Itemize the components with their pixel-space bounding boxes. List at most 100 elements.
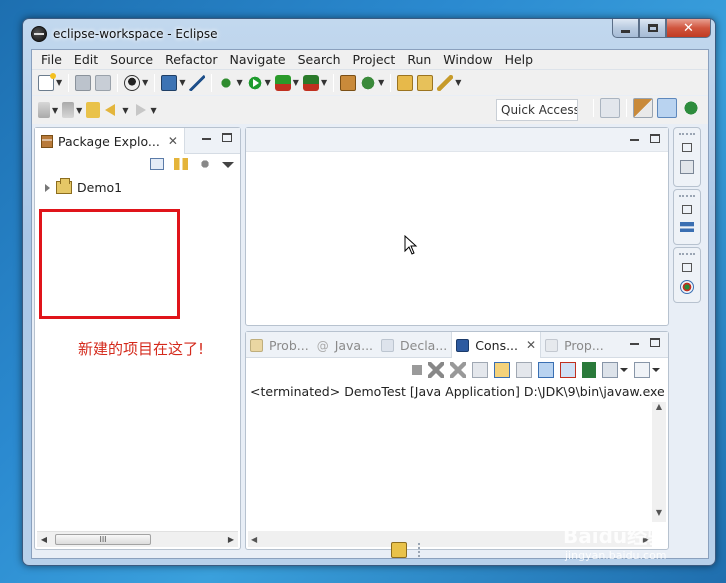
pin-console-icon[interactable] bbox=[582, 362, 596, 378]
last-edit-icon[interactable] bbox=[86, 102, 101, 118]
minimize-view-icon[interactable] bbox=[200, 133, 214, 145]
debug-dropdown-icon[interactable]: ▼ bbox=[236, 78, 242, 87]
menu-navigate[interactable]: Navigate bbox=[224, 52, 292, 67]
tab-console[interactable]: Cons... ✕ bbox=[451, 332, 542, 358]
maximize-editor-icon[interactable] bbox=[650, 134, 660, 143]
java-ee-perspective-icon[interactable] bbox=[633, 98, 653, 118]
open-perspective-icon[interactable] bbox=[600, 98, 620, 118]
scroll-lock-icon[interactable] bbox=[494, 362, 510, 378]
view-menu-icon[interactable] bbox=[222, 162, 234, 168]
horizontal-scrollbar[interactable]: ◀ III ▶ bbox=[37, 531, 238, 547]
new-class-icon[interactable] bbox=[360, 74, 377, 91]
show-on-stderr-icon[interactable] bbox=[560, 362, 576, 378]
external-tools-dropdown-icon[interactable]: ▼ bbox=[321, 78, 327, 87]
debug-perspective-icon[interactable] bbox=[681, 98, 701, 118]
show-on-stdout-icon[interactable] bbox=[538, 362, 554, 378]
menu-run[interactable]: Run bbox=[401, 52, 437, 67]
scroll-right-icon[interactable]: ▶ bbox=[224, 535, 238, 544]
open-task-icon[interactable] bbox=[417, 74, 434, 91]
back-arrow-icon[interactable] bbox=[104, 102, 120, 118]
forward-dropdown-icon[interactable]: ▼ bbox=[150, 106, 156, 115]
scroll-up-icon[interactable]: ▲ bbox=[652, 402, 666, 416]
type-hierarchy-icon[interactable] bbox=[680, 222, 694, 236]
debug-icon[interactable] bbox=[218, 74, 235, 91]
tab-properties[interactable]: Prop... bbox=[541, 332, 608, 358]
new-package-icon[interactable] bbox=[340, 74, 357, 91]
tab-declaration[interactable]: Decla... bbox=[377, 332, 451, 358]
remove-launch-icon[interactable] bbox=[428, 362, 444, 378]
focus-on-task-icon[interactable] bbox=[198, 158, 212, 170]
tree-item-demo1[interactable]: Demo1 bbox=[45, 178, 122, 195]
minimize-editor-icon[interactable] bbox=[628, 134, 642, 146]
menu-project[interactable]: Project bbox=[347, 52, 402, 67]
expand-icon[interactable] bbox=[45, 183, 50, 192]
quick-access-field[interactable]: Quick Access bbox=[496, 99, 578, 121]
menu-window[interactable]: Window bbox=[437, 52, 498, 67]
search-wand-icon[interactable] bbox=[437, 74, 454, 91]
clear-console-icon[interactable] bbox=[472, 362, 488, 378]
coverage-icon[interactable] bbox=[274, 74, 291, 91]
remove-all-terminated-icon[interactable] bbox=[450, 362, 466, 378]
tab-package-explorer[interactable]: Package Explo... ✕ bbox=[35, 128, 185, 154]
menu-source[interactable]: Source bbox=[104, 52, 159, 67]
vertical-scrollbar[interactable]: ▲ ▼ bbox=[652, 402, 666, 522]
terminate-icon[interactable] bbox=[412, 365, 422, 375]
close-button[interactable]: ✕ bbox=[666, 19, 711, 38]
scroll-thumb[interactable]: III bbox=[55, 534, 151, 545]
save-all-icon[interactable] bbox=[95, 74, 112, 91]
run-dropdown-icon[interactable]: ▼ bbox=[265, 78, 271, 87]
next-annotation-dropdown-icon[interactable]: ▼ bbox=[52, 106, 58, 115]
close-tab-icon[interactable]: ✕ bbox=[526, 338, 536, 352]
menu-help[interactable]: Help bbox=[499, 52, 540, 67]
display-console-dropdown-icon[interactable] bbox=[620, 368, 628, 372]
maximize-view-icon[interactable] bbox=[222, 133, 232, 142]
next-annotation-icon[interactable] bbox=[38, 102, 50, 118]
restore-icon[interactable] bbox=[682, 143, 692, 152]
minimize-button[interactable] bbox=[612, 19, 639, 38]
link-with-editor-icon[interactable] bbox=[174, 158, 188, 170]
scroll-left-icon[interactable]: ◀ bbox=[37, 535, 51, 544]
tab-javadoc[interactable]: @ Java... bbox=[313, 332, 377, 358]
editor-area[interactable] bbox=[245, 127, 669, 326]
title-bar[interactable]: eclipse-workspace - Eclipse ✕ bbox=[23, 19, 715, 49]
previous-annotation-dropdown-icon[interactable]: ▼ bbox=[76, 106, 82, 115]
menu-edit[interactable]: Edit bbox=[68, 52, 104, 67]
menu-file[interactable]: File bbox=[35, 52, 68, 67]
minimize-view-icon[interactable] bbox=[628, 338, 642, 350]
menu-refactor[interactable]: Refactor bbox=[159, 52, 223, 67]
scroll-left-icon[interactable]: ◀ bbox=[251, 535, 257, 544]
coverage-dropdown-icon[interactable]: ▼ bbox=[293, 78, 299, 87]
user-dropdown-icon[interactable]: ▼ bbox=[142, 78, 148, 87]
new-class-dropdown-icon[interactable]: ▼ bbox=[378, 78, 384, 87]
console-trim-icon[interactable] bbox=[680, 280, 694, 294]
outline-icon[interactable] bbox=[680, 160, 694, 174]
status-progress-icon[interactable] bbox=[391, 542, 407, 558]
menu-search[interactable]: Search bbox=[292, 52, 347, 67]
maximize-view-icon[interactable] bbox=[650, 338, 660, 347]
run-icon[interactable] bbox=[246, 74, 263, 91]
word-wrap-icon[interactable] bbox=[516, 362, 532, 378]
previous-annotation-icon[interactable] bbox=[62, 102, 75, 118]
terminal-icon[interactable] bbox=[161, 74, 178, 91]
maximize-button[interactable] bbox=[639, 19, 666, 38]
new-dropdown-icon[interactable]: ▼ bbox=[56, 78, 62, 87]
restore-icon[interactable] bbox=[682, 205, 692, 214]
search-dropdown-icon[interactable]: ▼ bbox=[455, 78, 461, 87]
back-dropdown-icon[interactable]: ▼ bbox=[122, 106, 128, 115]
terminal-dropdown-icon[interactable]: ▼ bbox=[179, 78, 185, 87]
open-console-dropdown-icon[interactable] bbox=[652, 368, 660, 372]
java-perspective-icon[interactable] bbox=[657, 98, 677, 118]
close-tab-icon[interactable]: ✕ bbox=[168, 134, 178, 148]
open-console-icon[interactable] bbox=[634, 362, 650, 378]
open-type-icon[interactable] bbox=[397, 74, 414, 91]
forward-arrow-icon[interactable] bbox=[132, 102, 148, 118]
user-icon[interactable] bbox=[124, 74, 141, 91]
skip-breakpoints-icon[interactable] bbox=[189, 74, 206, 91]
display-console-icon[interactable] bbox=[602, 362, 618, 378]
save-icon[interactable] bbox=[75, 74, 92, 91]
collapse-all-icon[interactable] bbox=[150, 158, 164, 170]
new-icon[interactable] bbox=[38, 72, 56, 91]
external-tools-icon[interactable] bbox=[302, 74, 319, 91]
restore-icon[interactable] bbox=[682, 263, 692, 272]
tab-problems[interactable]: Prob... bbox=[246, 332, 313, 358]
